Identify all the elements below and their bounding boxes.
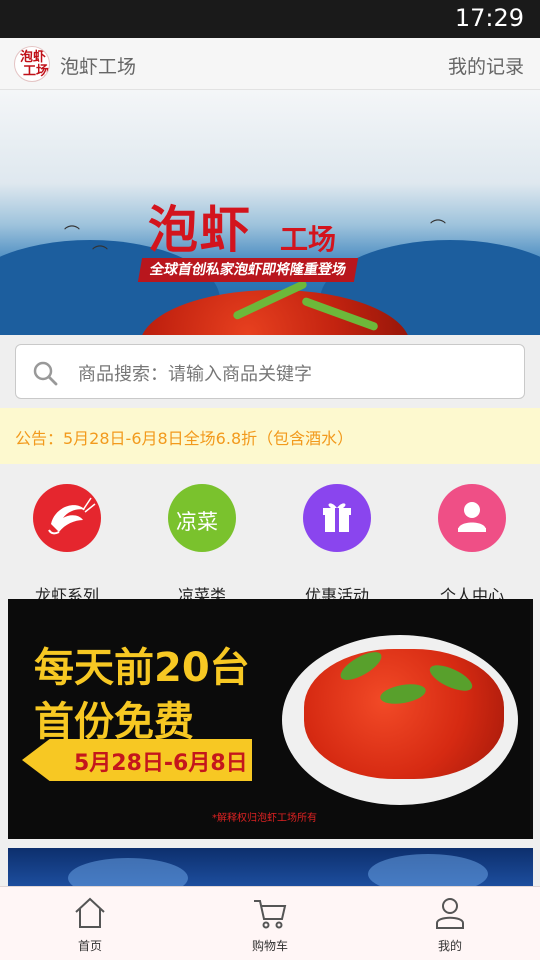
announcement-bar: 公告：5月28日-6月8日全场6.8折（包含酒水） <box>0 408 540 464</box>
banner-glow <box>368 854 488 888</box>
cold-dish-icon-text: 凉菜 <box>176 510 218 534</box>
search-box[interactable]: 商品搜索：请输入商品关键字 <box>15 344 525 399</box>
seagull-icon: ⌒ <box>92 244 109 263</box>
banner-title-small: 工场 <box>280 223 337 256</box>
logo-text-line1: 泡虾 <box>20 50 47 65</box>
promo-headline-1: 每天前20台 <box>34 645 250 691</box>
promo-date-text: 5月28日-6月8日 <box>74 751 248 776</box>
cart-icon <box>254 900 287 929</box>
tab-profile[interactable]: 我的 <box>360 887 540 960</box>
tab-home[interactable]: 首页 <box>0 887 180 960</box>
promo-date-tag: 5月28日-6月8日 <box>22 739 252 781</box>
crayfish-icon <box>33 484 101 552</box>
seagull-icon: ⌒ <box>64 224 81 243</box>
cold-dish-icon: 凉菜 <box>168 484 236 552</box>
tab-label: 首页 <box>77 939 102 953</box>
tab-cart[interactable]: 购物车 <box>180 887 360 960</box>
search-placeholder[interactable]: 商品搜索：请输入商品关键字 <box>78 360 312 386</box>
user-icon <box>438 484 506 552</box>
announcement-text: 公告：5月28日-6月8日全场6.8折（包含酒水） <box>15 429 354 448</box>
app-title: 泡虾工场 <box>60 56 137 78</box>
category-grid: 龙虾系列 凉菜 凉菜类 优惠活动 个人中心 <box>0 464 540 605</box>
status-time: 17:29 <box>454 4 524 32</box>
home-icon <box>75 897 105 928</box>
status-bar: 17:29 <box>0 0 540 38</box>
seagull-icon: ⌒ <box>430 218 447 237</box>
my-records-link[interactable]: 我的记录 <box>448 52 524 79</box>
promo-crayfish-image <box>304 649 504 779</box>
category-crayfish[interactable]: 龙虾系列 <box>12 484 122 605</box>
tab-label: 购物车 <box>251 939 288 953</box>
app-bar: 泡虾 工场 泡虾工场 我的记录 <box>0 38 540 90</box>
secondary-banner[interactable] <box>8 848 533 888</box>
bottom-tab-bar: 首页 购物车 我的 <box>0 886 540 960</box>
promo-banner[interactable]: 每天前20台 首份免费 5月28日-6月8日 *解释权归泡虾工场所有 <box>8 599 533 839</box>
category-promotions[interactable]: 优惠活动 <box>282 484 392 605</box>
category-user-center[interactable]: 个人中心 <box>417 484 527 605</box>
category-cold-dishes[interactable]: 凉菜 凉菜类 <box>147 484 257 605</box>
search-icon <box>33 361 58 386</box>
banner-slogan: 全球首创私家泡虾即将隆重登场 <box>137 258 359 282</box>
hero-banner[interactable]: ⌒ ⌒ ⌒ 泡虾 工场 全球首创私家泡虾即将隆重登场 <box>0 90 540 335</box>
banner-glow <box>68 858 188 888</box>
user-icon <box>436 898 464 929</box>
promo-disclaimer: *解释权归泡虾工场所有 <box>212 813 317 824</box>
tab-label: 我的 <box>437 939 462 953</box>
logo-text-line2: 工场 <box>23 64 50 79</box>
app-logo: 泡虾 工场 <box>14 46 50 82</box>
banner-title-big: 泡虾 <box>148 200 252 259</box>
gift-icon <box>303 484 371 552</box>
